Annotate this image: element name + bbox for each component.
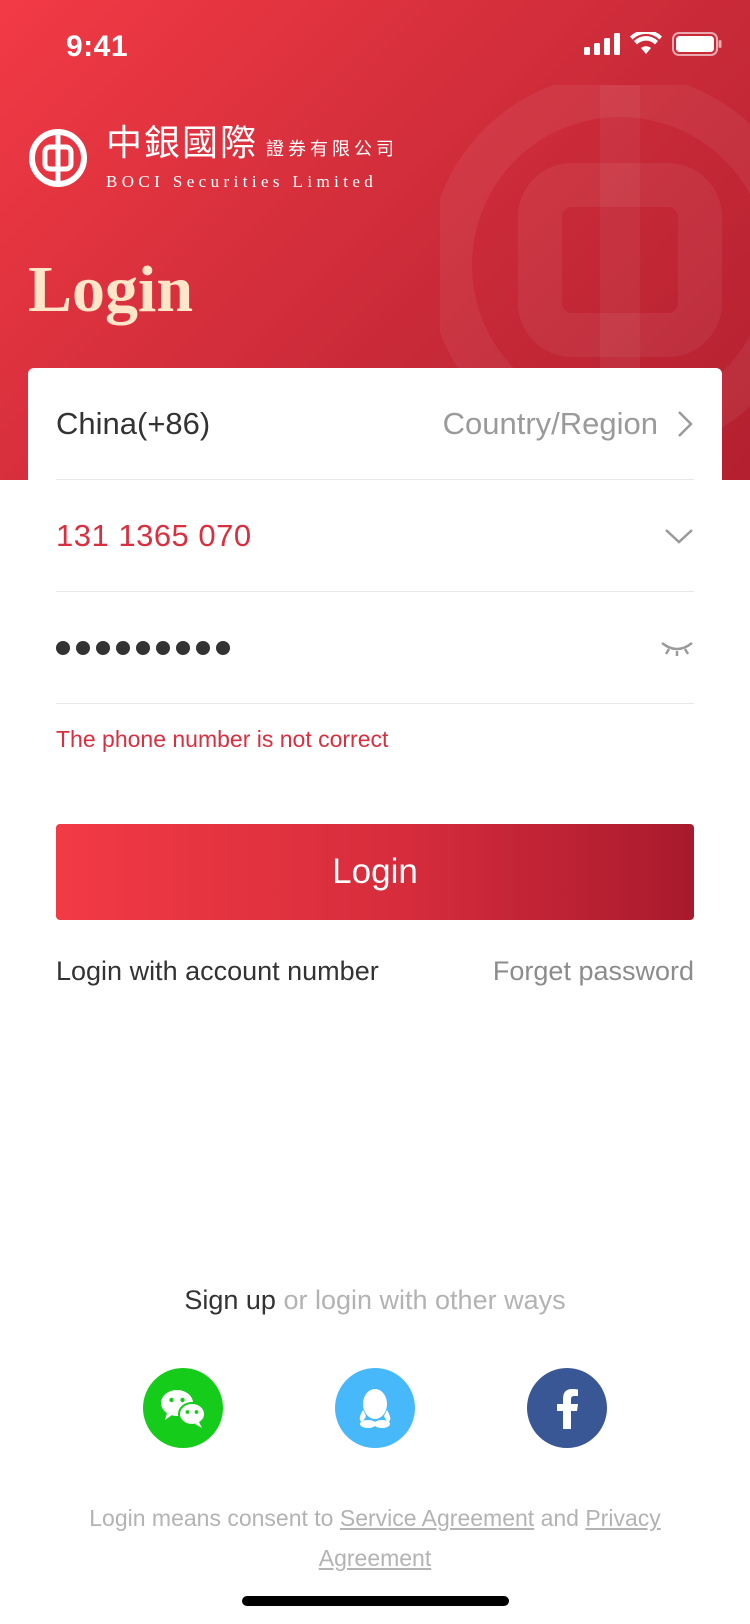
chevron-down-icon[interactable]: [664, 527, 694, 545]
other-ways-label: or login with other ways: [283, 1285, 566, 1315]
password-dot: [96, 640, 110, 655]
password-dot: [176, 640, 190, 655]
brand-cn: 中銀國際 證券有限公司: [106, 124, 398, 170]
eye-closed-icon[interactable]: [660, 638, 694, 658]
phone-value: 131 1365 070: [56, 517, 252, 553]
password-dot: [216, 640, 230, 655]
signup-link[interactable]: Sign up: [184, 1285, 276, 1315]
country-label: Country/Region: [442, 405, 658, 441]
wifi-icon: [630, 32, 662, 54]
consent-text: Login means consent to Service Agreement…: [60, 1498, 690, 1578]
brand-en-name: BOCI Securities Limited: [106, 172, 378, 191]
phone-input[interactable]: 131 1365 070: [56, 480, 694, 592]
password-dot: [76, 640, 90, 655]
status-bar: 9:41: [0, 0, 750, 92]
password-masked-value: [56, 640, 660, 655]
home-indicator: [242, 1596, 509, 1606]
brand-logo: 中銀國際 證券有限公司 BOCI Securities Limited: [28, 124, 398, 192]
brand-cn-suffix: 證券有限公司: [266, 139, 399, 160]
page-title: Login: [28, 253, 194, 326]
status-icons: [584, 32, 722, 56]
password-dot: [196, 640, 210, 655]
country-selector[interactable]: China(+86) Country/Region: [56, 368, 694, 480]
consent-prefix: Login means consent to: [89, 1505, 334, 1531]
service-agreement-link[interactable]: Service Agreement: [340, 1505, 534, 1531]
facebook-icon: [557, 1389, 578, 1429]
brand-text: 中銀國際 證券有限公司 BOCI Securities Limited: [106, 124, 398, 192]
facebook-login-button[interactable]: [527, 1368, 607, 1448]
signup-prompt: Sign up or login with other ways: [0, 1285, 750, 1316]
password-dot: [136, 640, 150, 655]
country-value: China(+86): [56, 405, 211, 441]
chevron-right-icon: [678, 410, 693, 437]
account-login-link[interactable]: Login with account number: [56, 956, 379, 987]
consent-middle: and: [540, 1505, 579, 1531]
qq-icon: [359, 1389, 391, 1428]
forget-password-link[interactable]: Forget password: [493, 956, 694, 987]
boc-logo-icon: [29, 129, 87, 187]
wechat-icon: [161, 1390, 206, 1428]
cellular-signal-icon: [584, 33, 620, 55]
error-message: The phone number is not correct: [56, 726, 389, 752]
login-button[interactable]: Login: [56, 824, 694, 920]
password-dot: [156, 640, 170, 655]
password-dot: [116, 640, 130, 655]
status-time: 9:41: [66, 30, 129, 63]
password-dot: [56, 640, 70, 655]
wechat-login-button[interactable]: [143, 1368, 223, 1448]
qq-login-button[interactable]: [335, 1368, 415, 1448]
password-input[interactable]: [56, 592, 694, 704]
battery-icon: [672, 32, 722, 56]
brand-cn-name: 中銀國際: [106, 123, 259, 164]
